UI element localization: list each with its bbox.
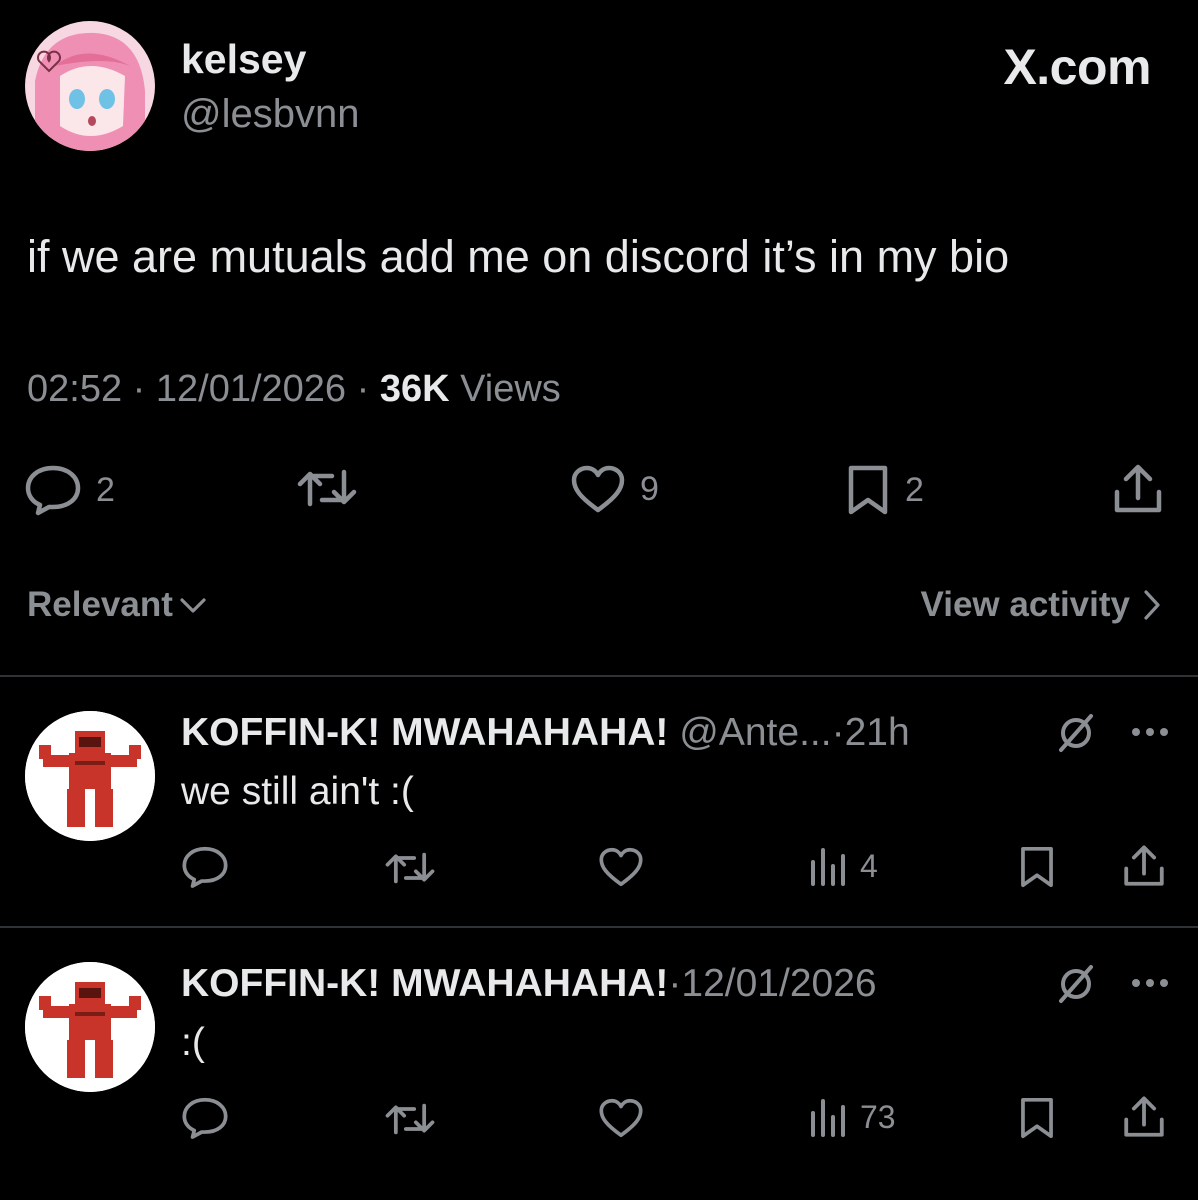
- reply-text: :(: [181, 1021, 205, 1064]
- reply-icon: [181, 845, 229, 889]
- red-robot-avatar-icon: [25, 711, 155, 841]
- share-icon: [1122, 1094, 1166, 1140]
- reply-avatar[interactable]: [25, 711, 155, 841]
- bookmark-button[interactable]: 2: [845, 464, 924, 516]
- meta-separator: ·: [831, 711, 845, 754]
- reply-button[interactable]: 2: [24, 464, 115, 516]
- bookmark-icon: [1018, 845, 1056, 889]
- reply-icon: [24, 464, 82, 516]
- reply-text: we still ain't :(: [181, 770, 414, 813]
- author-name[interactable]: kelsey: [181, 36, 306, 83]
- reply-author-name[interactable]: KOFFIN-K! MWAHAHAHA!: [181, 711, 668, 754]
- views-label: Views: [460, 368, 561, 410]
- grok-icon[interactable]: [1055, 963, 1097, 1005]
- reply-header: KOFFIN-K! MWAHAHAHA!·12/01/2026: [181, 962, 877, 1006]
- share-button[interactable]: [1122, 843, 1166, 889]
- reply-author-name[interactable]: KOFFIN-K! MWAHAHAHA!: [181, 962, 668, 1005]
- meta-separator: ·: [132, 368, 146, 410]
- reply-avatar[interactable]: [25, 962, 155, 1092]
- reply-count: 2: [96, 470, 115, 509]
- views-count: 36K: [379, 368, 450, 410]
- more-options-icon[interactable]: [1130, 977, 1170, 989]
- reply-icon: [181, 1096, 229, 1140]
- reply-time[interactable]: 21h: [845, 711, 910, 754]
- chevron-down-icon: [179, 595, 207, 615]
- bookmark-icon: [1018, 1096, 1056, 1140]
- like-button[interactable]: [598, 1097, 644, 1139]
- repost-icon: [296, 464, 358, 512]
- divider: [0, 675, 1198, 677]
- reply-header: KOFFIN-K! MWAHAHAHA! @Ante...·21h: [181, 711, 910, 755]
- views-count: 4: [860, 847, 878, 884]
- like-count: 9: [640, 469, 659, 508]
- repost-button[interactable]: [384, 1099, 436, 1139]
- like-button[interactable]: [598, 846, 644, 888]
- meta-separator: ·: [668, 962, 682, 1005]
- views-button[interactable]: 4: [808, 846, 878, 886]
- more-options-icon[interactable]: [1130, 726, 1170, 738]
- like-button[interactable]: 9: [570, 464, 659, 514]
- reply-button[interactable]: [181, 1096, 229, 1140]
- chevron-right-icon: [1142, 589, 1162, 621]
- watermark: X.com: [1003, 39, 1151, 95]
- repost-icon: [384, 1099, 436, 1139]
- analytics-icon: [808, 1097, 848, 1137]
- post-text: if we are mutuals add me on discord it’s…: [27, 231, 1010, 282]
- heart-icon: [598, 1097, 644, 1139]
- repost-button[interactable]: [384, 848, 436, 888]
- reply-time[interactable]: 12/01/2026: [681, 962, 876, 1005]
- share-icon: [1112, 462, 1164, 516]
- divider: [0, 926, 1198, 928]
- bookmark-icon: [845, 464, 891, 516]
- red-robot-avatar-icon: [25, 962, 155, 1092]
- repost-button[interactable]: [296, 464, 372, 512]
- sort-dropdown[interactable]: Relevant: [27, 585, 207, 625]
- view-activity-link[interactable]: View activity: [921, 585, 1162, 625]
- bookmark-count: 2: [905, 470, 924, 509]
- repost-icon: [384, 848, 436, 888]
- heart-icon: [570, 464, 626, 514]
- anime-avatar-icon: [25, 21, 155, 151]
- author-avatar[interactable]: [25, 21, 155, 151]
- bookmark-button[interactable]: [1018, 1096, 1056, 1140]
- reply-author-handle[interactable]: @Ante...: [679, 711, 831, 754]
- share-icon: [1122, 843, 1166, 889]
- post-date[interactable]: 12/01/2026: [156, 368, 346, 410]
- share-button[interactable]: [1112, 462, 1164, 516]
- heart-icon: [598, 846, 644, 888]
- post-meta: 02:52 · 12/01/2026 · 36K Views: [27, 368, 561, 411]
- analytics-icon: [808, 846, 848, 886]
- reply-button[interactable]: [181, 845, 229, 889]
- meta-separator: ·: [356, 368, 370, 410]
- views-count: 73: [860, 1098, 896, 1135]
- author-handle[interactable]: @lesbvnn: [181, 92, 359, 137]
- view-activity-label: View activity: [920, 585, 1130, 624]
- grok-icon[interactable]: [1055, 712, 1097, 754]
- share-button[interactable]: [1122, 1094, 1166, 1140]
- bookmark-button[interactable]: [1018, 845, 1056, 889]
- sort-label: Relevant: [27, 585, 173, 624]
- views-button[interactable]: 73: [808, 1097, 896, 1137]
- post-time[interactable]: 02:52: [27, 368, 122, 410]
